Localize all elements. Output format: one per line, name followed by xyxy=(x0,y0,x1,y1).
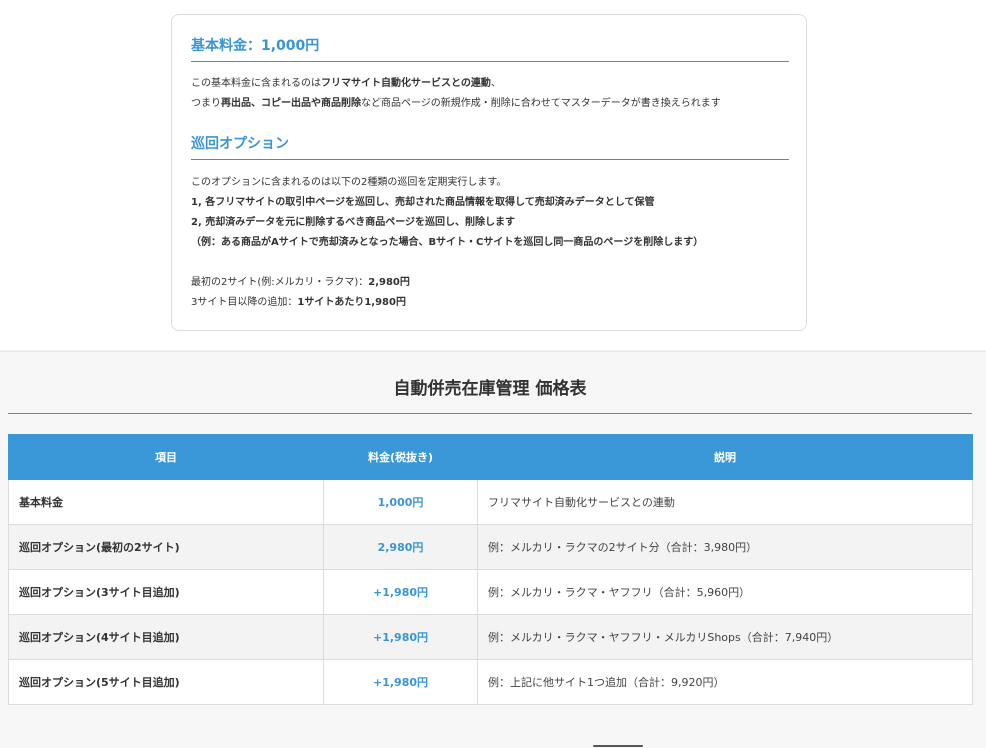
row-description: 例：メルカリ・ラクマ・ヤフフリ・メルカリShops（合計：7,940円） xyxy=(477,614,973,660)
price-table: 項目 料金(税抜き) 説明 基本料金 1,000円 フリマサイト自動化サービスと… xyxy=(8,434,973,705)
scroll-handle[interactable] xyxy=(593,745,643,747)
table-row: 巡回オプション(3サイト目追加) +1,980円 例：メルカリ・ラクマ・ヤフフリ… xyxy=(8,569,973,615)
patrol-example: （例：ある商品がAサイトで売却済みとなった場合、Bサイト・Cサイトを巡回し同一商… xyxy=(191,237,704,248)
price-table-title: 自動併売在庫管理 価格表 xyxy=(393,379,587,399)
base-line1-pre: この基本料金に含まれるのは xyxy=(191,78,321,89)
row-item: 巡回オプション(最初の2サイト) xyxy=(8,524,324,570)
row-description: 例：メルカリ・ラクマ・ヤフフリ（合計：5,960円） xyxy=(477,569,973,615)
price-add-value: 1サイトあたり1,980円 xyxy=(297,297,406,308)
plan-card: 基本料金：1,000円 この基本料金に含まれるのはフリマサイト自動化サービスとの… xyxy=(171,14,807,331)
price-add-label: 3サイト目以降の追加： xyxy=(191,297,298,308)
title-underline xyxy=(8,413,972,414)
price-first-value: 2,980円 xyxy=(368,277,410,288)
row-description: フリマサイト自動化サービスとの連動 xyxy=(477,479,973,525)
base-fee-line-2: つまり再出品、コピー出品や商品削除など商品ページの新規作成・削除に合わせてマスタ… xyxy=(191,97,721,110)
table-row: 巡回オプション(5サイト目追加) +1,980円 例：上記に他サイト1つ追加（合… xyxy=(8,659,973,705)
base-line2-bold: 再出品、コピー出品や商品削除 xyxy=(221,98,361,109)
header-item: 項目 xyxy=(8,434,324,480)
price-first-two: 最初の2サイト(例:メルカリ・ラクマ)：2,980円 xyxy=(191,276,410,289)
base-line2-post: など商品ページの新規作成・削除に合わせてマスターデータが書き換えられます xyxy=(361,98,721,109)
header-description: 説明 xyxy=(477,434,973,480)
table-row: 巡回オプション(最初の2サイト) 2,980円 例：メルカリ・ラクマの2サイト分… xyxy=(8,524,973,570)
price-table-section: 自動併売在庫管理 価格表 項目 料金(税抜き) 説明 基本料金 1,000円 フ… xyxy=(0,352,986,748)
patrol-item-2: 2, 売却済みデータを元に削除するべき商品ページを巡回し、削除します xyxy=(191,217,516,228)
top-area: 基本料金：1,000円 この基本料金に含まれるのはフリマサイト自動化サービスとの… xyxy=(0,0,986,350)
price-first-label: 最初の2サイト(例:メルカリ・ラクマ)： xyxy=(191,277,369,288)
row-item: 巡回オプション(5サイト目追加) xyxy=(8,659,324,705)
base-line2-pre: つまり xyxy=(191,98,221,109)
row-fee: +1,980円 xyxy=(323,569,478,615)
row-fee: +1,980円 xyxy=(323,614,478,660)
row-item: 巡回オプション(3サイト目追加) xyxy=(8,569,324,615)
row-item: 巡回オプション(4サイト目追加) xyxy=(8,614,324,660)
price-additional: 3サイト目以降の追加：1サイトあたり1,980円 xyxy=(191,296,406,309)
table-header-row: 項目 料金(税抜き) 説明 xyxy=(8,434,973,480)
table-row: 巡回オプション(4サイト目追加) +1,980円 例：メルカリ・ラクマ・ヤフフリ… xyxy=(8,614,973,660)
table-row: 基本料金 1,000円 フリマサイト自動化サービスとの連動 xyxy=(8,479,973,525)
row-fee: 2,980円 xyxy=(323,524,478,570)
base-line1-bold: フリマサイト自動化サービスとの連動 xyxy=(321,78,491,89)
base-line1-post: 、 xyxy=(490,78,501,89)
row-description: 例：メルカリ・ラクマの2サイト分（合計：3,980円） xyxy=(477,524,973,570)
row-item: 基本料金 xyxy=(8,479,324,525)
patrol-intro: このオプションに含まれるのは以下の2種類の巡回を定期実行します。 xyxy=(191,177,507,188)
header-fee: 料金(税抜き) xyxy=(323,434,478,480)
row-description: 例：上記に他サイト1つ追加（合計：9,920円） xyxy=(477,659,973,705)
patrol-option-title: 巡回オプション xyxy=(191,133,789,160)
base-fee-line-1: この基本料金に含まれるのはフリマサイト自動化サービスとの連動、 xyxy=(191,77,501,90)
row-fee: +1,980円 xyxy=(323,659,478,705)
row-fee: 1,000円 xyxy=(323,479,478,525)
base-fee-title: 基本料金：1,000円 xyxy=(191,35,789,62)
patrol-item-1: 1, 各フリマサイトの取引中ページを巡回し、売却された商品情報を取得して売却済み… xyxy=(191,197,655,208)
